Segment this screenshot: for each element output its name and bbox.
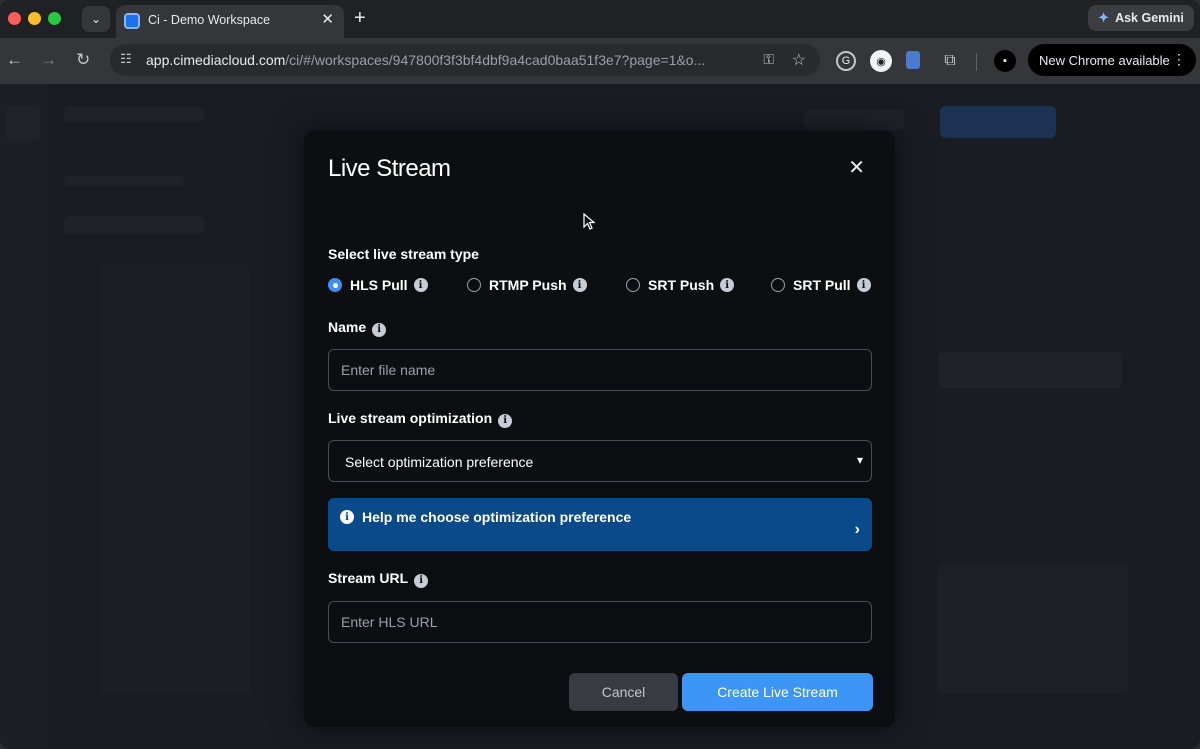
optimization-label-row: Live stream optimization i [328,410,513,428]
bookmark-star-icon[interactable]: ☆ [792,50,806,70]
close-icon[interactable]: ✕ [848,155,865,180]
stream-url-label-row: Stream URL i [328,570,429,588]
radio-label: RTMP Push [489,277,567,293]
extensions-puzzle-icon[interactable]: ⧉ [940,51,960,71]
new-chrome-available-button[interactable]: New Chrome available ⋮ [1028,44,1196,76]
extension-avatar-icon[interactable]: ◉ [870,50,892,72]
info-icon[interactable]: i [498,413,513,428]
minimize-window-button[interactable] [28,12,41,25]
browser-tab-active[interactable]: Ci - Demo Workspace ✕ [116,5,344,38]
stream-type-radio-group: HLS Pull i RTMP Push i SRT Push i SRT Pu… [328,277,872,297]
radio-rtmp-push[interactable]: RTMP Push i [467,277,587,293]
extension-bookmark-icon[interactable] [906,51,920,69]
optimization-help-banner[interactable]: i Help me choose optimization preference… [328,498,872,551]
close-window-button[interactable] [8,12,21,25]
toolbar-divider [976,53,977,71]
site-settings-icon[interactable]: ☷ [120,51,132,67]
name-field [328,349,872,391]
ci-favicon-icon [124,13,140,29]
tab-strip: ⌄ Ci - Demo Workspace ✕ + ✦ Ask Gemini [0,0,1200,38]
radio-checked-icon[interactable] [328,278,342,292]
radio-hls-pull[interactable]: HLS Pull i [328,277,428,293]
reload-icon[interactable]: ↻ [76,50,90,70]
new-chrome-label: New Chrome available [1039,52,1170,68]
dialog-title: Live Stream [328,155,451,182]
info-icon[interactable]: i [413,278,428,292]
name-label-row: Name i [328,319,387,337]
stream-url-label: Stream URL [328,570,409,586]
radio-srt-pull[interactable]: SRT Pull i [771,277,871,293]
name-label: Name [328,319,367,335]
tab-close-icon[interactable]: ✕ [321,10,334,28]
ask-gemini-label: Ask Gemini [1115,11,1184,25]
optimization-select[interactable]: Select optimization preference ▾ [328,440,872,482]
radio-unchecked-icon[interactable] [771,278,785,292]
url-text: app.cimediacloud.com/ci/#/workspaces/947… [146,52,705,68]
live-stream-dialog: Live Stream ✕ Select live stream type HL… [304,131,895,727]
browser-toolbar: ← → ↻ ☷ app.cimediacloud.com/ci/#/worksp… [0,38,1200,84]
info-icon[interactable]: i [856,278,871,292]
chevron-right-icon: › [854,521,860,538]
chevron-down-icon: ▾ [856,453,863,467]
info-icon: i [340,510,354,524]
ask-gemini-button[interactable]: ✦ Ask Gemini [1088,5,1194,31]
gemini-sparkle-icon: ✦ [1098,10,1110,25]
address-bar[interactable]: ☷ app.cimediacloud.com/ci/#/workspaces/9… [110,44,820,76]
more-menu-icon[interactable]: ⋮ [1172,51,1186,68]
maximize-window-button[interactable] [48,12,61,25]
name-input[interactable] [329,350,871,390]
mouse-pointer-icon [583,213,596,230]
url-host: app.cimediacloud.com [146,52,286,68]
info-icon[interactable]: i [572,278,587,292]
radio-unchecked-icon[interactable] [467,278,481,292]
stream-url-input[interactable] [329,602,871,642]
browser-window: ⌄ Ci - Demo Workspace ✕ + ✦ Ask Gemini ←… [0,0,1200,749]
url-path: /ci/#/workspaces/947800f3f3bf4dbf9a4cad0… [285,52,706,68]
password-key-icon[interactable]: ⚿ [763,51,774,68]
tab-search-chevron-icon[interactable]: ⌄ [82,6,110,32]
optimization-label: Live stream optimization [328,410,493,426]
forward-arrow-icon[interactable]: → [40,50,57,70]
radio-unchecked-icon[interactable] [626,278,640,292]
info-icon[interactable]: i [720,278,735,292]
radio-label: SRT Pull [793,277,851,293]
extension-google-icon[interactable]: G [836,51,856,71]
back-arrow-icon[interactable]: ← [6,50,23,70]
optimization-select-value: Select optimization preference [345,454,534,470]
info-icon[interactable]: i [372,322,387,337]
tab-title: Ci - Demo Workspace [148,13,271,27]
profile-icon[interactable]: ▪ [994,50,1016,72]
new-tab-button[interactable]: + [354,7,366,30]
radio-srt-push[interactable]: SRT Push i [626,277,735,293]
cancel-button[interactable]: Cancel [569,673,678,711]
stream-url-field [328,601,872,643]
stream-type-label: Select live stream type [328,246,479,262]
radio-label: SRT Push [648,277,715,293]
info-icon[interactable]: i [414,573,429,588]
create-live-stream-button[interactable]: Create Live Stream [682,673,873,711]
radio-label: HLS Pull [350,277,408,293]
help-banner-text: Help me choose optimization preference [362,509,632,525]
